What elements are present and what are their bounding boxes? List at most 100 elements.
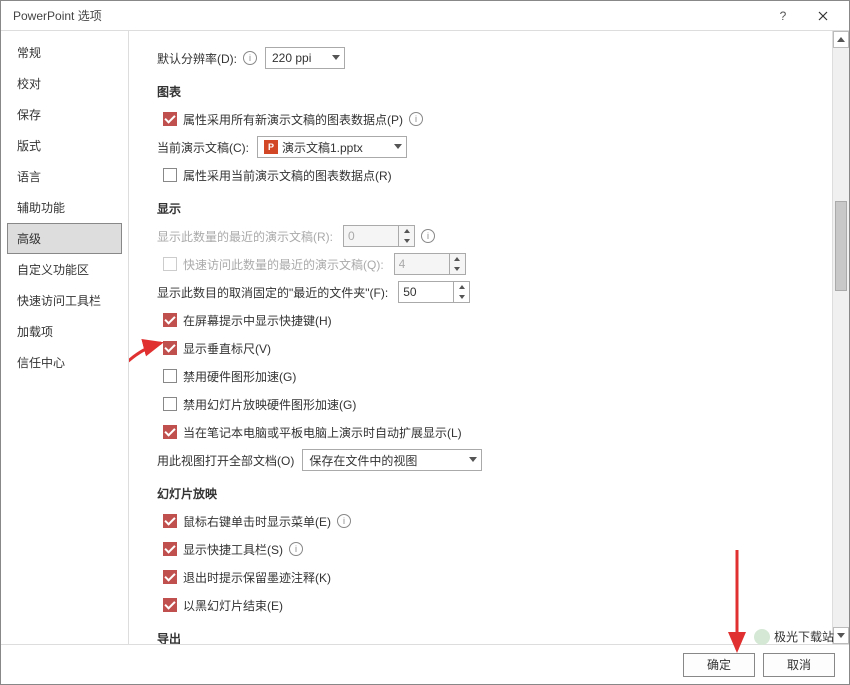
label-ink-exit: 退出时提示保留墨迹注释(K) — [183, 569, 331, 586]
checkbox-black-end[interactable] — [163, 598, 177, 612]
default-resolution-label: 默认分辨率(D): — [157, 50, 237, 67]
chk-slideshow-hw-row: 禁用幻灯片放映硬件图形加速(G) — [157, 393, 829, 415]
sidebar-item-trust-center[interactable]: 信任中心 — [7, 347, 122, 378]
dialog-footer: 确定 取消 — [1, 644, 849, 684]
spinner-buttons — [449, 254, 465, 274]
current-presentation-dropdown[interactable]: P 演示文稿1.pptx — [257, 136, 407, 158]
quick-recent-label: 快速访问此数量的最近的演示文稿(Q): — [183, 256, 384, 273]
quick-recent-value — [395, 254, 447, 274]
recent-pres-label: 显示此数量的最近的演示文稿(R): — [157, 228, 333, 245]
sidebar-item-addins[interactable]: 加载项 — [7, 316, 122, 347]
recent-folders-label: 显示此数目的取消固定的"最近的文件夹"(F): — [157, 284, 388, 301]
spinner-buttons[interactable] — [453, 282, 469, 302]
sidebar-item-customize-ribbon[interactable]: 自定义功能区 — [7, 254, 122, 285]
help-button[interactable]: ? — [763, 1, 803, 31]
spinner-buttons — [398, 226, 414, 246]
checkbox-screentip[interactable] — [163, 313, 177, 327]
info-icon[interactable]: i — [421, 229, 435, 243]
checkbox-ink-exit[interactable] — [163, 570, 177, 584]
cancel-button[interactable]: 取消 — [763, 653, 835, 677]
open-all-view-row: 用此视图打开全部文档(O) 保存在文件中的视图 — [157, 449, 829, 471]
section-chart-header: 图表 — [157, 83, 829, 100]
vertical-scrollbar[interactable] — [832, 31, 849, 644]
sidebar-item-advanced[interactable]: 高级 — [7, 223, 122, 254]
recent-folders-row: 显示此数目的取消固定的"最近的文件夹"(F): — [157, 281, 829, 303]
chk-all-new-chart-row: 属性采用所有新演示文稿的图表数据点(P) i — [157, 108, 829, 130]
scroll-up-button[interactable] — [833, 31, 849, 48]
sidebar-item-general[interactable]: 常规 — [7, 37, 122, 68]
recent-pres-value — [344, 226, 396, 246]
label-slideshow-hw: 禁用幻灯片放映硬件图形加速(G) — [183, 396, 356, 413]
chevron-down-icon — [332, 55, 340, 60]
scroll-down-button[interactable] — [833, 627, 849, 644]
content-pane: 默认分辨率(D): i 220 ppi 图表 属性采用所有新演示文稿的图表数据点… — [129, 31, 849, 644]
quick-recent-spinner — [394, 253, 466, 275]
chk-auto-extend-row: 当在笔记本电脑或平板电脑上演示时自动扩展显示(L) — [157, 421, 829, 443]
label-all-new-chart: 属性采用所有新演示文稿的图表数据点(P) — [183, 111, 403, 128]
sidebar-item-accessibility[interactable]: 辅助功能 — [7, 192, 122, 223]
recent-folders-value[interactable] — [399, 282, 451, 302]
label-rclick-menu: 鼠标右键单击时显示菜单(E) — [183, 513, 331, 530]
checkbox-all-new-chart[interactable] — [163, 112, 177, 126]
chk-shortcut-bar-row: 显示快捷工具栏(S) i — [157, 538, 829, 560]
quick-recent-row: 快速访问此数量的最近的演示文稿(Q): — [157, 253, 829, 275]
open-all-view-value: 保存在文件中的视图 — [309, 452, 435, 469]
chk-screentip-row: 在屏幕提示中显示快捷键(H) — [157, 309, 829, 331]
default-resolution-row: 默认分辨率(D): i 220 ppi — [157, 47, 829, 69]
chevron-down-icon — [469, 457, 477, 462]
sidebar-item-quick-access[interactable]: 快速访问工具栏 — [7, 285, 122, 316]
chk-vruler-row: 显示垂直标尺(V) — [157, 337, 829, 359]
open-all-view-dropdown[interactable]: 保存在文件中的视图 — [302, 449, 482, 471]
recent-folders-spinner[interactable] — [398, 281, 470, 303]
label-black-end: 以黑幻灯片结束(E) — [183, 597, 283, 614]
checkbox-shortcut-bar[interactable] — [163, 542, 177, 556]
sidebar-item-language[interactable]: 语言 — [7, 161, 122, 192]
chk-current-chart-row: 属性采用当前演示文稿的图表数据点(R) — [157, 164, 829, 186]
section-slideshow-header: 幻灯片放映 — [157, 485, 829, 502]
checkbox-quick-recent — [163, 257, 177, 271]
chk-rclick-row: 鼠标右键单击时显示菜单(E) i — [157, 510, 829, 532]
dialog-title: PowerPoint 选项 — [13, 7, 763, 24]
section-display-header: 显示 — [157, 200, 829, 217]
default-resolution-value: 220 ppi — [272, 51, 329, 65]
sidebar-item-layout[interactable]: 版式 — [7, 130, 122, 161]
ok-button[interactable]: 确定 — [683, 653, 755, 677]
recent-pres-row: 显示此数量的最近的演示文稿(R): i — [157, 225, 829, 247]
checkbox-hw-accel[interactable] — [163, 369, 177, 383]
label-current-chart: 属性采用当前演示文稿的图表数据点(R) — [183, 167, 392, 184]
checkbox-vruler[interactable] — [163, 341, 177, 355]
close-button[interactable] — [803, 1, 843, 31]
label-screentip: 在屏幕提示中显示快捷键(H) — [183, 312, 332, 329]
chk-ink-exit-row: 退出时提示保留墨迹注释(K) — [157, 566, 829, 588]
scroll-thumb[interactable] — [835, 201, 847, 291]
section-export-header: 导出 — [157, 630, 829, 644]
sidebar-item-save[interactable]: 保存 — [7, 99, 122, 130]
checkbox-rclick-menu[interactable] — [163, 514, 177, 528]
checkbox-slideshow-hw[interactable] — [163, 397, 177, 411]
options-dialog: PowerPoint 选项 ? 常规 校对 保存 版式 语言 辅助功能 高级 自… — [0, 0, 850, 685]
info-icon[interactable]: i — [243, 51, 257, 65]
close-icon — [818, 11, 828, 21]
chk-black-end-row: 以黑幻灯片结束(E) — [157, 594, 829, 616]
label-auto-extend: 当在笔记本电脑或平板电脑上演示时自动扩展显示(L) — [183, 424, 462, 441]
label-shortcut-bar: 显示快捷工具栏(S) — [183, 541, 283, 558]
open-all-view-label: 用此视图打开全部文档(O) — [157, 452, 294, 469]
label-vruler: 显示垂直标尺(V) — [183, 340, 271, 357]
info-icon[interactable]: i — [409, 112, 423, 126]
current-presentation-value: 演示文稿1.pptx — [282, 139, 381, 156]
chk-hw-accel-row: 禁用硬件图形加速(G) — [157, 365, 829, 387]
info-icon[interactable]: i — [337, 514, 351, 528]
powerpoint-file-icon: P — [264, 140, 278, 154]
chevron-down-icon — [394, 144, 402, 149]
checkbox-current-chart[interactable] — [163, 168, 177, 182]
info-icon[interactable]: i — [289, 542, 303, 556]
category-sidebar: 常规 校对 保存 版式 语言 辅助功能 高级 自定义功能区 快速访问工具栏 加载… — [1, 31, 129, 644]
sidebar-item-proofing[interactable]: 校对 — [7, 68, 122, 99]
current-presentation-label: 当前演示文稿(C): — [157, 139, 249, 156]
current-presentation-row: 当前演示文稿(C): P 演示文稿1.pptx — [157, 136, 829, 158]
default-resolution-dropdown[interactable]: 220 ppi — [265, 47, 345, 69]
recent-pres-spinner — [343, 225, 415, 247]
checkbox-auto-extend[interactable] — [163, 425, 177, 439]
label-hw-accel: 禁用硬件图形加速(G) — [183, 368, 296, 385]
dialog-body: 常规 校对 保存 版式 语言 辅助功能 高级 自定义功能区 快速访问工具栏 加载… — [1, 31, 849, 644]
